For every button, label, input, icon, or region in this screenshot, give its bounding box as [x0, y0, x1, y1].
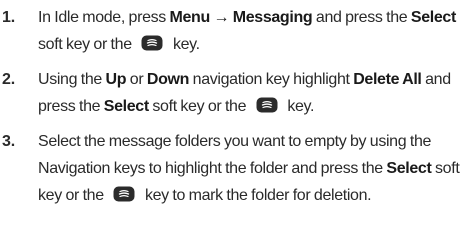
bold-term: Select — [103, 98, 149, 115]
bold-term: Messaging — [232, 9, 313, 26]
step-text-run: key to mark the folder for deletion. — [141, 187, 372, 204]
step-item: 2. Using the Up or Down navigation key hi… — [0, 66, 473, 120]
step-text: Using the Up or Down navigation key high… — [38, 66, 473, 120]
step-text-run: navigation key highlight — [189, 71, 354, 88]
bold-term: Select — [410, 9, 456, 26]
step-text-run: key. — [283, 98, 315, 115]
step-number: 3. — [2, 133, 15, 150]
step-text-run: key. — [169, 36, 200, 53]
step-item: 1. In Idle mode, press Menu → Messaging a… — [0, 4, 473, 58]
select-key-icon — [113, 186, 135, 202]
step-text-run: In Idle mode, press — [38, 9, 170, 26]
select-key-icon — [141, 35, 163, 51]
step-number: 2. — [2, 71, 15, 88]
bold-term: → — [209, 9, 233, 26]
bold-term: Down — [146, 71, 190, 88]
bold-term: Up — [105, 71, 127, 88]
step-text-run: or — [126, 71, 147, 88]
step-text-run: Using the — [38, 71, 106, 88]
step-text-run: and press the — [312, 9, 411, 26]
steps-list: 1. In Idle mode, press Menu → Messaging a… — [0, 4, 473, 209]
step-text: Select the message folders you want to e… — [38, 128, 473, 209]
bold-term: Delete All — [353, 71, 422, 88]
step-text-run: soft key or the — [148, 98, 250, 115]
bold-term: Menu — [169, 9, 211, 26]
step-text-run: Select the message folders you want to e… — [38, 133, 432, 177]
step-number: 1. — [2, 9, 15, 26]
select-key-icon — [256, 97, 278, 113]
step-text: In Idle mode, press Menu → Messaging and… — [38, 4, 473, 58]
step-text-run: soft key or the — [38, 36, 136, 53]
bold-term: Select — [386, 160, 432, 177]
instruction-page: 1. In Idle mode, press Menu → Messaging a… — [0, 0, 473, 247]
step-item: 3. Select the message folders you want to… — [0, 128, 473, 209]
